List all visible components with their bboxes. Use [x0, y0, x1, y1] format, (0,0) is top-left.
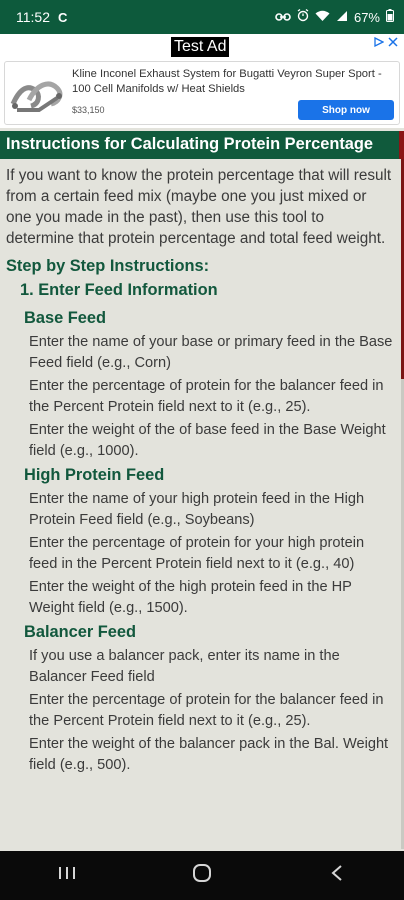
battery-percent: 67%	[353, 9, 380, 25]
battery-icon	[386, 9, 394, 25]
exhaust-product-image[interactable]	[9, 70, 67, 116]
section-balancer-feed: Balancer Feed If you use a balancer pack…	[6, 621, 394, 775]
page-title: Instructions for Calculating Protein Per…	[0, 131, 404, 159]
ad-title[interactable]: Kline Inconel Exhaust System for Bugatti…	[72, 67, 382, 97]
section-heading: Balancer Feed	[24, 623, 137, 641]
section-base-feed: Base Feed Enter the name of your base or…	[6, 307, 394, 461]
ad-banner[interactable]: Test Ad Kline Inconel Exhaust System for…	[0, 34, 404, 128]
instruction-paragraph: Enter the weight of the high protein fee…	[29, 579, 352, 616]
test-ad-label: Test Ad	[171, 37, 230, 57]
home-icon[interactable]	[192, 863, 212, 888]
system-nav-bar	[0, 851, 404, 900]
ad-price: $33,150	[72, 105, 105, 115]
link-icon	[275, 10, 291, 25]
steps-heading: Step by Step Instructions:	[6, 257, 210, 275]
home-button[interactable]	[172, 856, 232, 896]
close-icon[interactable]	[388, 36, 398, 50]
section-heading: Base Feed	[24, 309, 106, 327]
wifi-icon	[315, 10, 330, 25]
alarm-icon	[297, 8, 309, 25]
status-icons: 67%	[275, 8, 394, 25]
instruction-paragraph: Enter the name of your base or primary f…	[29, 334, 393, 371]
instruction-paragraph: Enter the percentage of protein for the …	[29, 692, 384, 729]
status-bar: 11:52 C 67%	[0, 0, 404, 34]
instructions-content: If you want to know the protein percenta…	[0, 165, 400, 778]
intro-text: If you want to know the protein percenta…	[6, 167, 392, 247]
back-icon[interactable]	[330, 864, 344, 887]
instruction-paragraph: If you use a balancer pack, enter its na…	[29, 648, 340, 685]
instruction-paragraph: Enter the percentage of protein for your…	[29, 535, 365, 572]
instruction-paragraph: Enter the percentage of protein for the …	[29, 378, 384, 415]
signal-icon	[336, 10, 348, 25]
ad-choices-icon[interactable]	[374, 36, 385, 50]
recent-apps-button[interactable]	[37, 856, 97, 896]
instruction-paragraph: Enter the weight of the balancer pack in…	[29, 736, 389, 773]
step1-heading: 1. Enter Feed Information	[20, 281, 218, 299]
instruction-paragraph: Enter the weight of the of base feed in …	[29, 422, 386, 459]
instruction-paragraph: Enter the name of your high protein feed…	[29, 491, 365, 528]
recents-icon[interactable]	[57, 865, 77, 886]
app-notification-icon: C	[58, 9, 68, 25]
shop-now-button[interactable]: Shop now	[298, 100, 394, 120]
ad-card[interactable]: Kline Inconel Exhaust System for Bugatti…	[4, 61, 400, 125]
back-button[interactable]	[307, 856, 367, 896]
section-heading: High Protein Feed	[24, 466, 165, 484]
status-time: 11:52	[16, 9, 50, 25]
section-high-protein-feed: High Protein Feed Enter the name of your…	[6, 464, 394, 618]
ad-choices[interactable]	[374, 36, 398, 50]
